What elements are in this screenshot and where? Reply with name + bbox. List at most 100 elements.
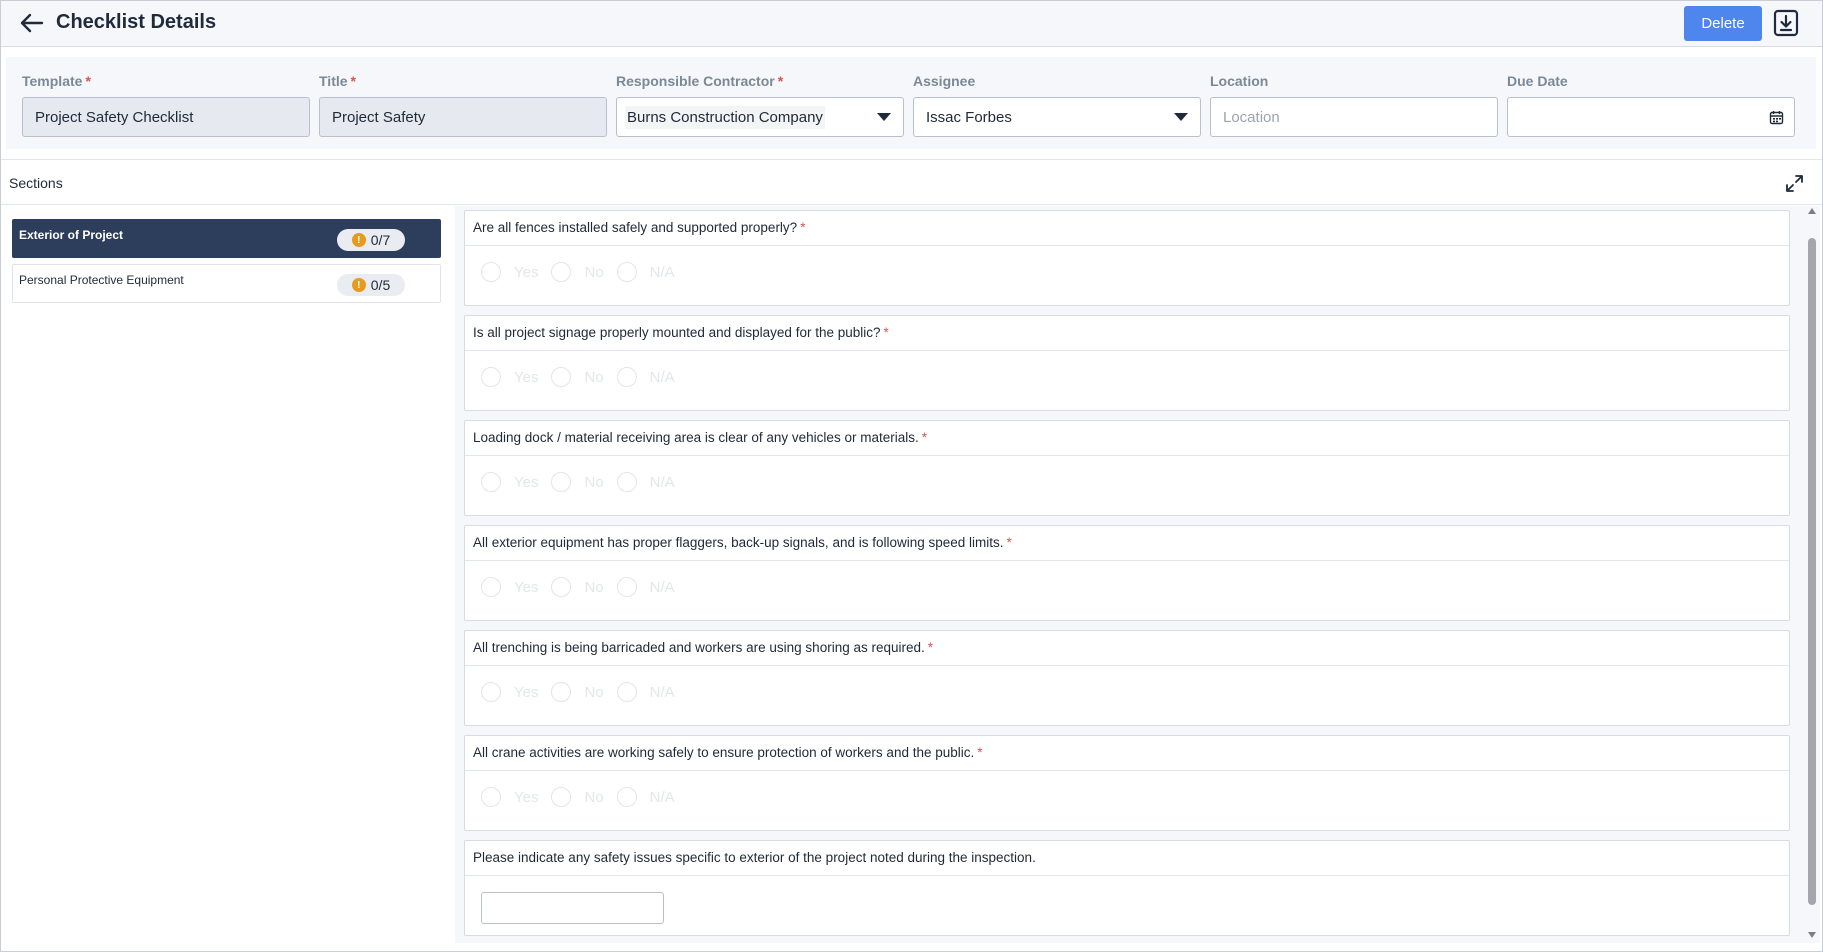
assignee-label: Assignee [913,73,976,89]
assignee-field: Assignee Issac Forbes [913,73,1201,137]
warning-icon: ! [351,278,366,292]
radio-no-label: No [584,788,604,806]
radio-no[interactable] [551,682,572,702]
scrollbar-thumb[interactable] [1808,238,1816,905]
question-text: All trenching is being barricaded and wo… [465,631,1789,666]
radio-no[interactable] [551,787,572,807]
scroll-up-arrow-icon[interactable] [1808,208,1816,214]
question-text: Are all fences installed safely and supp… [465,211,1789,246]
question-card: Is all project signage properly mounted … [464,315,1790,411]
radio-no-label: No [584,263,604,281]
radio-yes-label: Yes [514,473,539,491]
radio-na[interactable] [616,787,637,807]
question-text: Please indicate any safety issues specif… [465,841,1789,876]
caret-down-icon[interactable] [877,113,891,121]
radio-na-label: N/A [649,368,675,386]
question-card: All exterior equipment has proper flagge… [464,525,1790,621]
sections-nav: Exterior of Project ! 0/7 Personal Prote… [1,206,454,943]
question-text: Loading dock / material receiving area i… [465,421,1789,456]
progress-count: 0/5 [370,277,391,293]
page-header: Checklist Details Delete [1,1,1822,47]
checklist-fields: Template * Project Safety Checklist Title… [6,57,1816,149]
radio-no-label: No [584,578,604,596]
answer-options: Yes No N/A [481,787,688,807]
radio-na[interactable] [616,262,637,282]
answer-options: Yes No N/A [481,262,688,282]
answer-options: Yes No N/A [481,367,688,387]
caret-down-icon[interactable] [1174,113,1188,121]
location-field: Location Location [1210,73,1498,137]
question-text: All crane activities are working safely … [465,736,1789,771]
radio-yes[interactable] [481,472,501,492]
radio-yes[interactable] [481,577,501,597]
title-input: Project Safety [319,97,607,137]
contractor-value: Burns Construction Company [625,105,825,129]
question-text: Is all project signage properly mounted … [465,316,1789,351]
radio-na[interactable] [616,682,637,702]
sections-title: Sections [9,175,63,191]
template-label: Template * [22,73,91,89]
question-card: Are all fences installed safely and supp… [464,210,1790,306]
radio-no[interactable] [551,472,572,492]
page-title: Checklist Details [56,11,217,33]
expand-icon[interactable] [1785,174,1804,193]
radio-yes-label: Yes [514,263,539,281]
question-text: All exterior equipment has proper flagge… [465,526,1789,561]
radio-yes[interactable] [481,367,501,387]
progress-badge: ! 0/5 [337,274,405,296]
download-icon[interactable] [1772,8,1800,38]
title-label: Title * [319,73,356,89]
radio-yes-label: Yes [514,368,539,386]
radio-na-label: N/A [649,263,675,281]
section-item-label: Exterior of Project [19,228,124,242]
contractor-field: Responsible Contractor * Burns Constructi… [616,73,904,137]
section-item-exterior[interactable]: Exterior of Project ! 0/7 [12,219,441,258]
radio-yes[interactable] [481,262,501,282]
due-date-label: Due Date [1507,73,1568,89]
radio-no-label: No [584,368,604,386]
radio-no[interactable] [551,367,572,387]
radio-yes-label: Yes [514,788,539,806]
contractor-label: Responsible Contractor * [616,73,784,89]
text-answer-input[interactable] [481,892,664,924]
back-arrow-icon[interactable] [19,11,45,35]
question-card: All crane activities are working safely … [464,735,1790,831]
answer-options: Yes No N/A [481,472,688,492]
location-input[interactable]: Location [1210,97,1498,137]
warning-icon: ! [351,233,366,247]
answer-options: Yes No N/A [481,577,688,597]
checklist-details-window: Checklist Details Delete Template * Proje… [0,0,1823,952]
section-item-label: Personal Protective Equipment [19,273,184,287]
radio-na[interactable] [616,367,637,387]
radio-yes-label: Yes [514,578,539,596]
calendar-icon[interactable] [1769,110,1784,125]
contractor-select[interactable]: Burns Construction Company [616,97,904,137]
questions-scrollbar[interactable] [1804,206,1820,943]
progress-badge: ! 0/7 [337,229,405,251]
template-input: Project Safety Checklist [22,97,310,137]
radio-na-label: N/A [649,788,675,806]
radio-na-label: N/A [649,473,675,491]
radio-na[interactable] [616,577,637,597]
assignee-select[interactable]: Issac Forbes [913,97,1201,137]
questions-panel: Are all fences installed safely and supp… [455,206,1804,943]
radio-na[interactable] [616,472,637,492]
radio-no[interactable] [551,262,572,282]
template-field: Template * Project Safety Checklist [22,73,310,137]
due-date-field: Due Date [1507,73,1795,137]
delete-button[interactable]: Delete [1684,6,1762,41]
assignee-value: Issac Forbes [926,108,1012,126]
due-date-input[interactable] [1507,97,1795,137]
question-card: Loading dock / material receiving area i… [464,420,1790,516]
radio-yes[interactable] [481,682,501,702]
radio-na-label: N/A [649,578,675,596]
answer-options: Yes No N/A [481,682,688,702]
radio-yes[interactable] [481,787,501,807]
radio-no-label: No [584,473,604,491]
scroll-down-arrow-icon[interactable] [1808,932,1816,938]
question-card: Please indicate any safety issues specif… [464,840,1790,936]
radio-na-label: N/A [649,683,675,701]
radio-no[interactable] [551,577,572,597]
section-item-ppe[interactable]: Personal Protective Equipment ! 0/5 [12,264,441,303]
question-card: All trenching is being barricaded and wo… [464,630,1790,726]
